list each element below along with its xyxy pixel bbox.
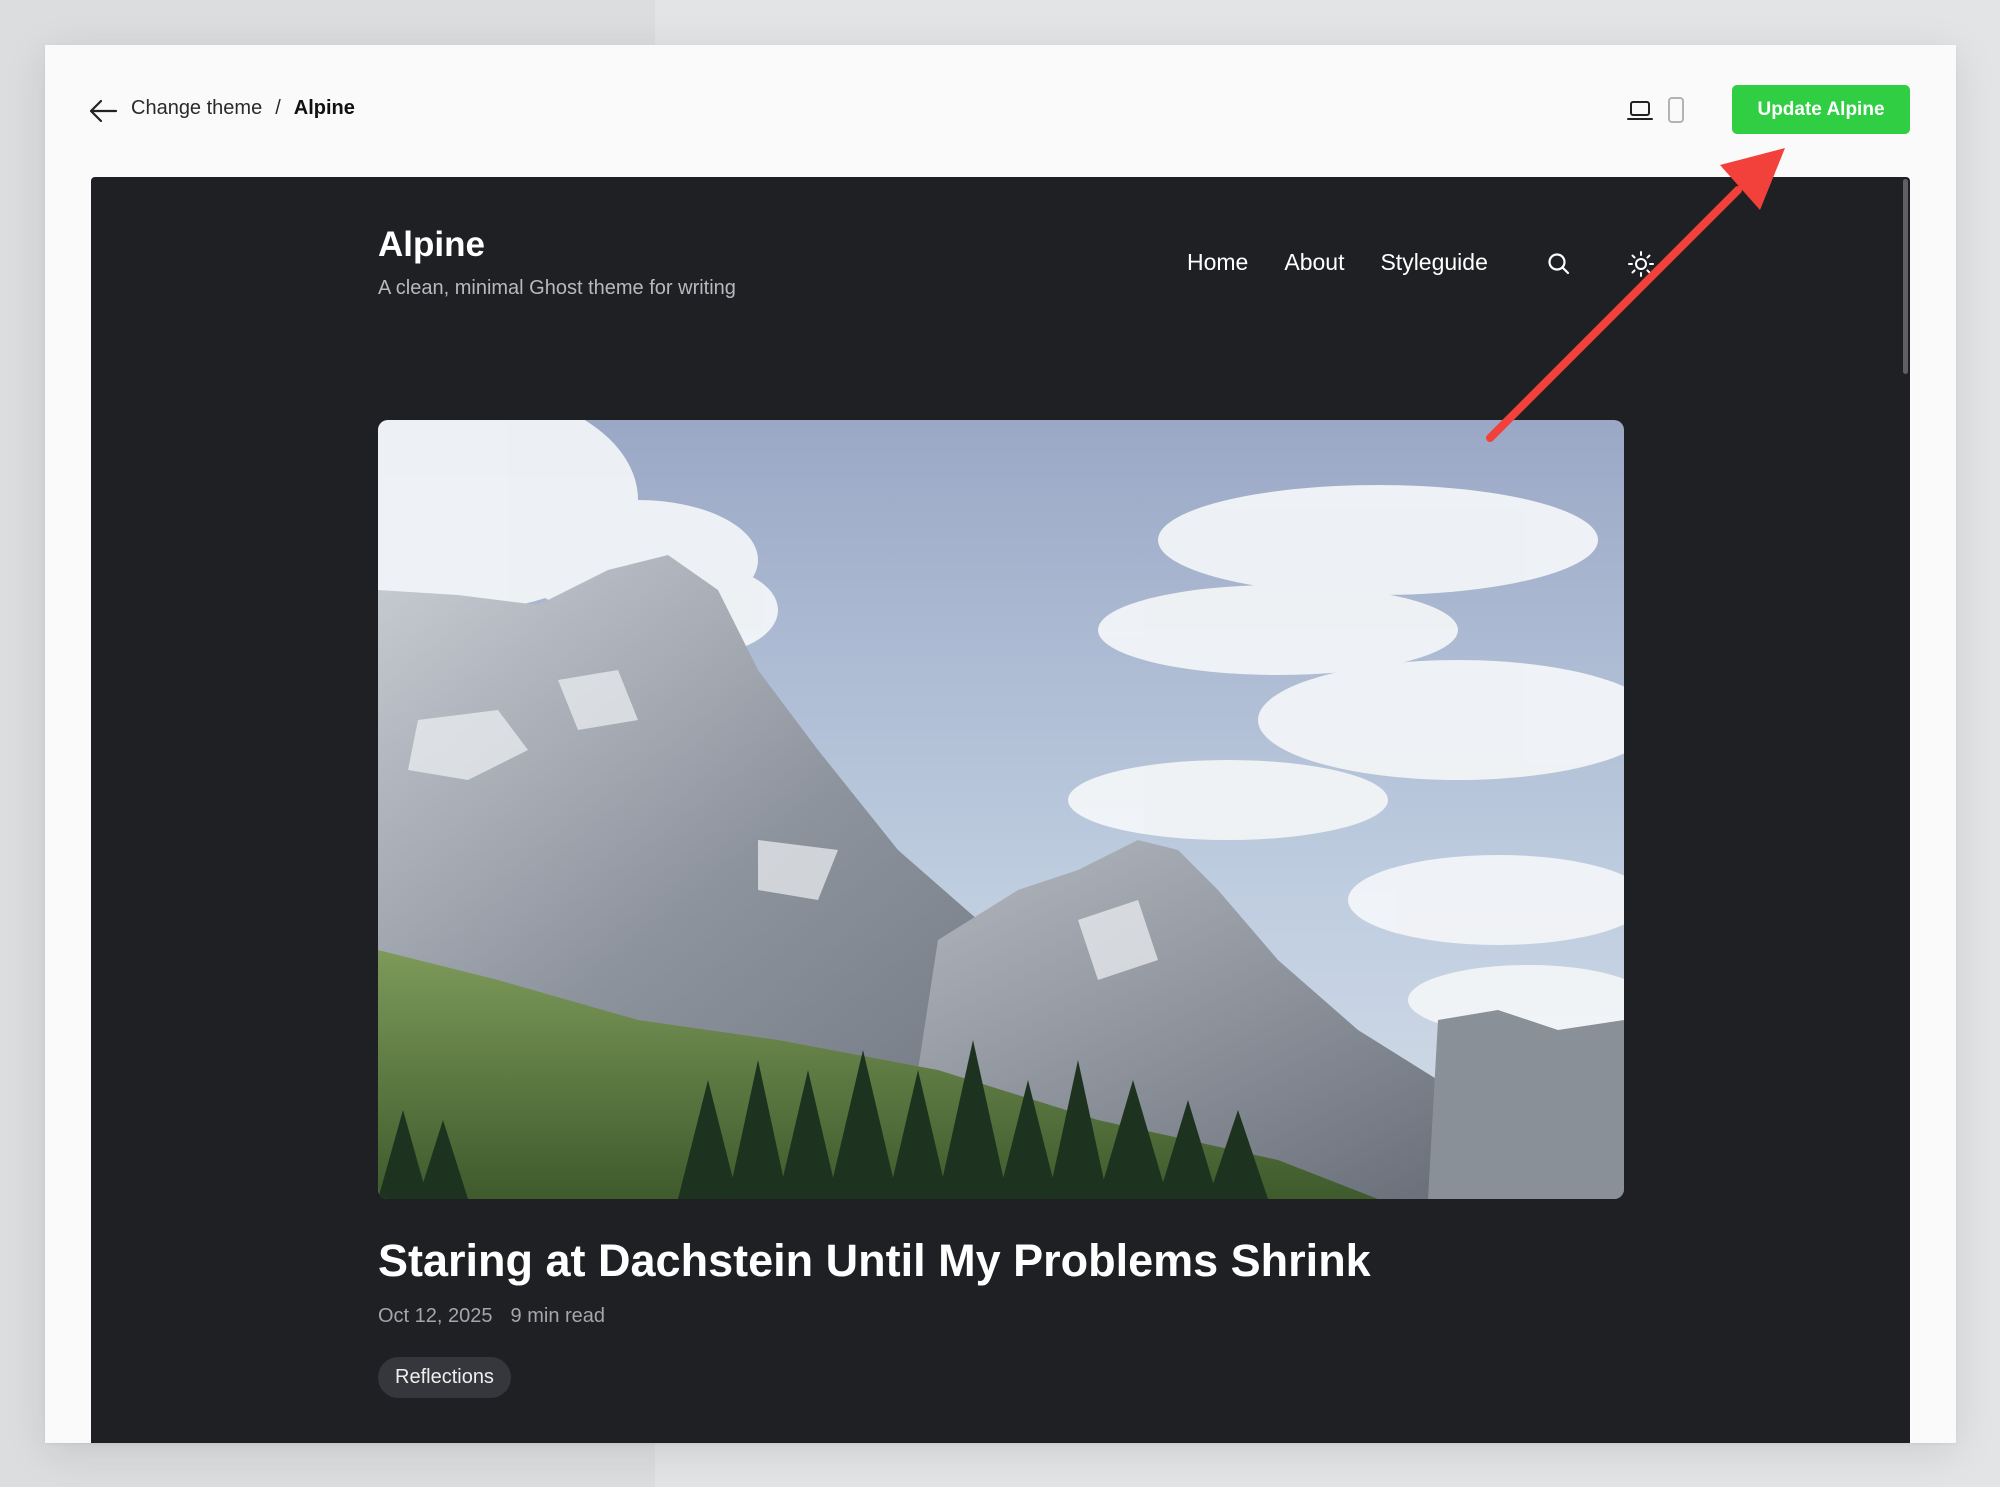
post-date: Oct 12, 2025	[378, 1305, 493, 1327]
laptop-icon[interactable]	[1627, 99, 1653, 123]
breadcrumb: Change theme / Alpine	[131, 97, 355, 120]
update-theme-button[interactable]: Update Alpine	[1732, 85, 1910, 134]
mobile-phone-icon[interactable]	[1667, 97, 1685, 123]
preview-topbar: Change theme / Alpine Update Alpine	[45, 45, 1956, 177]
theme-preview-window: Change theme / Alpine Update Alpine Alpi…	[45, 45, 1956, 1443]
post-title[interactable]: Staring at Dachstein Until My Problems S…	[378, 1235, 1371, 1287]
post-meta: Oct 12, 2025 9 min read	[378, 1305, 605, 1328]
arrow-left-icon[interactable]	[88, 98, 118, 124]
nav-item-styleguide[interactable]: Styleguide	[1380, 249, 1487, 276]
breadcrumb-separator: /	[275, 97, 281, 119]
theme-preview-frame[interactable]: Alpine A clean, minimal Ghost theme for …	[91, 177, 1910, 1443]
breadcrumb-current-theme: Alpine	[293, 97, 355, 119]
breadcrumb-change-theme[interactable]: Change theme	[131, 97, 262, 120]
nav-item-about[interactable]: About	[1284, 249, 1344, 276]
nav-item-home[interactable]: Home	[1187, 249, 1248, 276]
post-read-time: 9 min read	[510, 1305, 606, 1327]
post-tag[interactable]: Reflections	[378, 1357, 511, 1398]
search-icon[interactable]	[1546, 251, 1572, 277]
preview-scrollbar[interactable]	[1903, 179, 1908, 374]
sun-icon[interactable]	[1627, 250, 1655, 278]
hero-image-mountains[interactable]	[378, 420, 1624, 1199]
site-tagline: A clean, minimal Ghost theme for writing	[378, 277, 736, 299]
site-nav: Home About Styleguide	[1187, 249, 1488, 276]
site-title[interactable]: Alpine	[378, 225, 485, 265]
